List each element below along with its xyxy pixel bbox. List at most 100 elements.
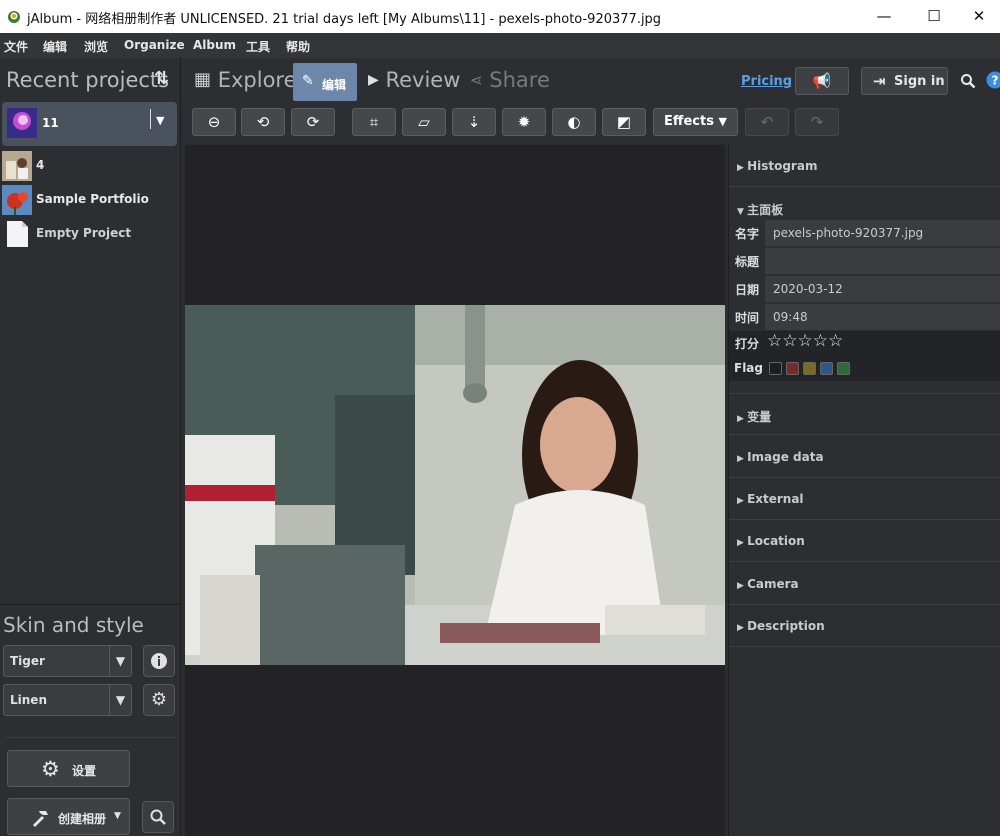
svg-text:?: ?: [992, 74, 999, 88]
section-location[interactable]: ▶ Location: [729, 520, 1000, 562]
sun-gear-icon: ✹: [517, 113, 531, 131]
triangle-right-icon: ▶: [737, 414, 748, 424]
divider: [6, 737, 176, 738]
rotate-right-button[interactable]: ⟳: [291, 108, 335, 136]
flag-red-swatch[interactable]: [786, 362, 799, 375]
gear-icon: ⚙: [41, 757, 60, 781]
grid-icon: ▦: [194, 69, 212, 90]
jalbum-logo-icon: [8, 11, 20, 23]
triangle-down-icon: ▼: [737, 207, 748, 217]
menu-file[interactable]: 文件: [4, 38, 28, 55]
gear-icon: ⚙: [150, 689, 168, 710]
current-project-label: 11: [42, 116, 59, 130]
triangle-right-icon: ▶: [737, 163, 748, 173]
divider: [0, 604, 181, 605]
sort-icon[interactable]: ⇅: [154, 68, 169, 89]
project-thumbnail: [2, 185, 32, 215]
rotate-left-button[interactable]: ⟲: [241, 108, 285, 136]
flip-button[interactable]: ⇣: [452, 108, 496, 136]
chevron-down-icon[interactable]: ▼: [156, 114, 164, 127]
chevron-down-icon: ▼: [114, 811, 121, 821]
maximize-button[interactable]: ☐: [911, 0, 957, 33]
minimize-button[interactable]: —: [861, 0, 907, 33]
style-settings-button[interactable]: ⚙: [143, 684, 175, 716]
right-panel: ▶ Histogram ▼ 主面板 名字 pexels-photo-920377…: [728, 145, 1000, 836]
create-album-button[interactable]: 创建相册 ▼: [7, 798, 130, 835]
skin-value: Tiger: [10, 654, 45, 668]
menu-browse[interactable]: 浏览: [84, 38, 108, 55]
flag-yellow-swatch[interactable]: [803, 362, 816, 375]
menu-album[interactable]: Album: [193, 38, 236, 52]
project-item-empty-project[interactable]: Empty Project: [0, 217, 181, 251]
zoom-out-button[interactable]: ⊖: [192, 108, 236, 136]
chevron-down-icon: ▼: [718, 115, 727, 128]
time-field[interactable]: 09:48: [765, 304, 1000, 330]
tab-edit[interactable]: ✎ 编辑: [293, 63, 357, 101]
menu-organize[interactable]: Organize: [124, 38, 185, 52]
effects-button[interactable]: Effects ▼: [653, 108, 738, 136]
section-image-data[interactable]: ▶ Image data: [729, 436, 1000, 478]
megaphone-icon: 📢: [812, 72, 832, 90]
info-icon: [151, 653, 167, 669]
sign-in-button[interactable]: ⇥ Sign in: [861, 67, 948, 95]
flag-blue-swatch[interactable]: [820, 362, 833, 375]
crop-button[interactable]: ⌗: [352, 108, 396, 136]
tab-review[interactable]: ▶ Review: [368, 68, 460, 92]
settings-button[interactable]: ⚙ 设置: [7, 750, 130, 787]
section-variables[interactable]: ▶ 变量: [729, 393, 1000, 435]
skin-select[interactable]: Tiger ▼: [3, 645, 132, 677]
rotate-right-icon: ⟳: [306, 113, 320, 131]
flag-label: Flag: [734, 361, 763, 375]
menu-edit[interactable]: 编辑: [43, 38, 67, 55]
sign-in-icon: ⇥: [873, 72, 886, 90]
skin-info-button[interactable]: [143, 645, 175, 677]
undo-button[interactable]: ↶: [745, 108, 789, 136]
style-select[interactable]: Linen ▼: [3, 684, 132, 716]
section-description[interactable]: ▶ Description: [729, 605, 1000, 647]
menu-bar: 文件 编辑 浏览 Organize Album 工具 帮助: [0, 33, 1000, 58]
window-title: jAlbum - 网络相册制作者 UNLICENSED. 21 trial da…: [27, 12, 662, 27]
triangle-right-icon: ▶: [737, 581, 748, 591]
photo-canvas[interactable]: [185, 145, 725, 836]
section-camera[interactable]: ▶ Camera: [729, 563, 1000, 605]
current-project[interactable]: 11 ▼: [2, 102, 177, 146]
tab-share[interactable]: ⋖ Share: [470, 68, 550, 92]
section-histogram[interactable]: ▶ Histogram: [729, 145, 1000, 187]
field-name: 名字 pexels-photo-920377.jpg: [729, 219, 1000, 247]
pricing-link[interactable]: Pricing: [741, 74, 792, 89]
project-item-sample-portfolio[interactable]: Sample Portfolio: [0, 183, 181, 217]
project-label: Sample Portfolio: [36, 192, 149, 206]
project-item-4[interactable]: 4: [0, 149, 181, 183]
section-main-label: 主面板: [747, 203, 784, 217]
section-external[interactable]: ▶ External: [729, 478, 1000, 520]
straighten-button[interactable]: ▱: [402, 108, 446, 136]
divider: [150, 109, 151, 129]
play-icon: ▶: [368, 72, 379, 88]
field-label: 标题: [735, 255, 760, 269]
rating-stars[interactable]: ☆☆☆☆☆: [767, 331, 843, 351]
menu-help[interactable]: 帮助: [286, 38, 310, 55]
section-camera-label: Camera: [747, 577, 799, 591]
flag-none-swatch[interactable]: [769, 362, 782, 375]
close-button[interactable]: ✕: [956, 0, 1000, 33]
tab-review-label: Review: [385, 68, 461, 92]
project-thumbnail: [2, 151, 32, 181]
title-field[interactable]: [765, 248, 1000, 274]
announcements-button[interactable]: 📢: [795, 67, 849, 95]
share-icon: ⋖: [470, 71, 483, 89]
triangle-right-icon: ▶: [737, 496, 748, 506]
menu-tools[interactable]: 工具: [246, 38, 270, 55]
date-field[interactable]: 2020-03-12: [765, 276, 1000, 302]
image-adjust-button[interactable]: ◩: [602, 108, 646, 136]
section-variables-label: 变量: [747, 410, 772, 424]
search-button[interactable]: [142, 801, 174, 833]
name-field[interactable]: pexels-photo-920377.jpg: [765, 220, 1000, 246]
sign-in-label: Sign in: [894, 74, 945, 89]
contrast-button[interactable]: ◐: [552, 108, 596, 136]
redo-button[interactable]: ↷: [795, 108, 839, 136]
help-icon[interactable]: ?: [986, 71, 1000, 89]
search-icon[interactable]: [960, 73, 976, 89]
tab-explore[interactable]: ▦ Explore: [194, 68, 297, 92]
adjust-button[interactable]: ✹: [502, 108, 546, 136]
flag-green-swatch[interactable]: [837, 362, 850, 375]
